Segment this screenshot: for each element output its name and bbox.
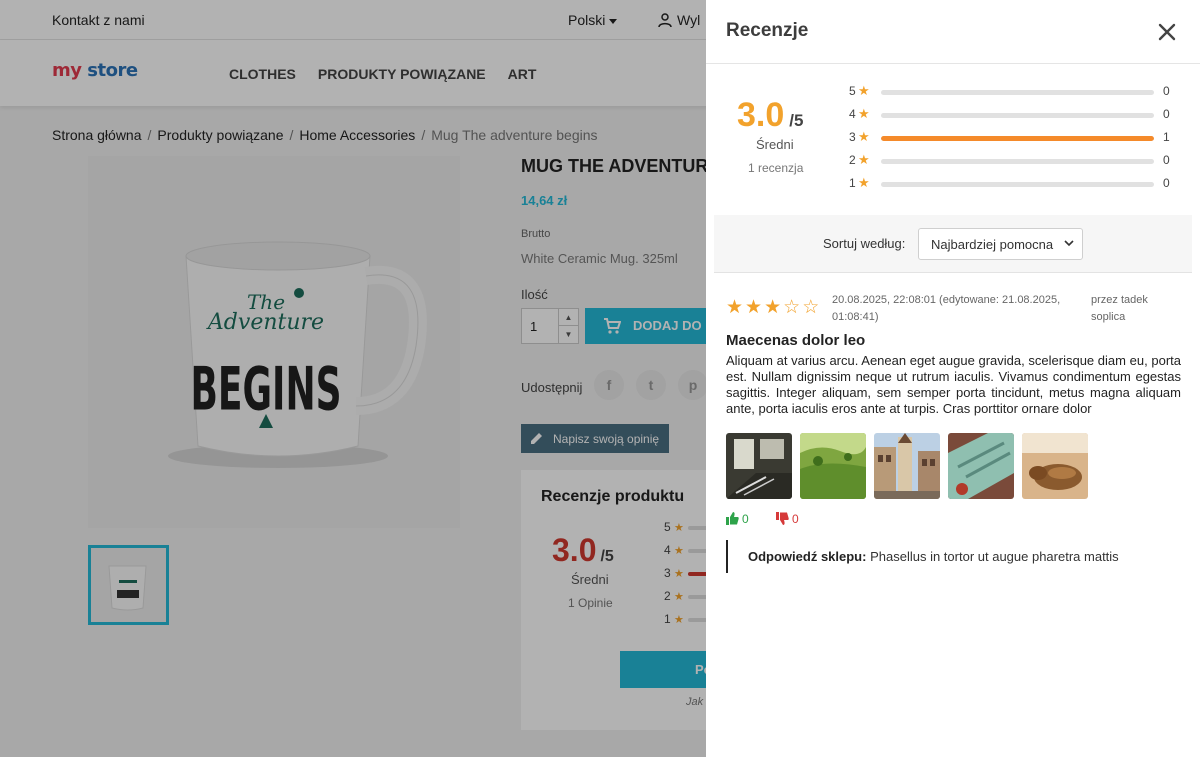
review-title: Maecenas dolor leo (726, 332, 866, 349)
close-icon[interactable] (1155, 20, 1179, 44)
shop-reply: Odpowiedź sklepu: Phasellus in tortor ut… (726, 540, 1182, 573)
star-empty-icon: ☆ (783, 297, 803, 318)
upvote-button[interactable]: 0 (726, 512, 749, 526)
review-photo-bench[interactable] (948, 433, 1014, 499)
thumbs-up-icon (726, 512, 739, 525)
review-votes: 0 0 (726, 512, 799, 526)
star-filled-icon: ★ (726, 297, 746, 318)
row-stars: 4 (849, 107, 856, 121)
row-count: 1 (1163, 130, 1170, 144)
downvote-button[interactable]: 0 (776, 512, 799, 526)
thumbs-down-icon (776, 512, 789, 525)
row-count: 0 (1163, 84, 1170, 98)
distribution-row-5[interactable]: 5 ★ 0 (849, 82, 1179, 105)
distribution-bar (881, 136, 1154, 141)
star-filled-icon: ★ (745, 297, 765, 318)
row-stars: 3 (849, 130, 856, 144)
review-author: przez tadek soplica (1091, 294, 1148, 323)
review-date: 20.08.2025, 22:08:01 (edytowane: 21.08.2… (832, 294, 1061, 323)
star-icon: ★ (858, 175, 870, 190)
review-photo-old-town-street[interactable] (874, 433, 940, 499)
distribution-row-1[interactable]: 1 ★ 0 (849, 174, 1179, 197)
rating-distribution: 5 ★ 0 4 ★ 0 3 ★ 1 2 ★ 0 1 ★ 0 (849, 82, 1179, 197)
star-icon: ★ (858, 83, 870, 98)
star-icon: ★ (858, 129, 870, 144)
sort-select[interactable]: Najbardziej pomocna (918, 228, 1083, 260)
upvote-count: 0 (742, 512, 749, 526)
review-photo-stairs[interactable] (726, 433, 792, 499)
star-icon: ★ (858, 152, 870, 167)
rating-summary: 3.0/5 Średni 1 recenzja 5 ★ 0 4 ★ 0 3 ★ 1 2 ★ 0 … (706, 64, 1200, 214)
distribution-bar (881, 113, 1154, 118)
distribution-bar (881, 159, 1154, 164)
average-score-scale: /5 (789, 111, 804, 130)
review-body: Aliquam at varius arcu. Aenean eget augu… (726, 353, 1181, 416)
average-score: 3.0/5 (737, 96, 803, 135)
star-icon: ★ (858, 106, 870, 121)
row-stars: 1 (849, 176, 856, 190)
row-stars: 2 (849, 153, 856, 167)
downvote-count: 0 (792, 512, 799, 526)
star-empty-icon: ☆ (802, 297, 822, 318)
chevron-down-icon (1064, 240, 1074, 247)
shop-reply-label: Odpowiedź sklepu: (748, 549, 867, 564)
review-count: 1 recenzja (748, 161, 804, 175)
drawer-header: Recenzje (706, 0, 1200, 64)
review-rating-stars: ★★★☆☆ (726, 296, 821, 319)
row-count: 0 (1163, 107, 1170, 121)
shop-reply-text: Phasellus in tortor ut augue pharetra ma… (870, 549, 1119, 564)
sort-bar: Sortuj według: Najbardziej pomocna (714, 215, 1192, 273)
review-photo-green-hills[interactable] (800, 433, 866, 499)
row-stars: 5 (849, 84, 856, 98)
distribution-row-4[interactable]: 4 ★ 0 (849, 105, 1179, 128)
distribution-row-3[interactable]: 3 ★ 1 (849, 128, 1179, 151)
review-photos (726, 433, 1088, 499)
distribution-row-2[interactable]: 2 ★ 0 (849, 151, 1179, 174)
reviews-drawer: Recenzje 3.0/5 Średni 1 recenzja 5 ★ 0 4 ★ 0… (706, 0, 1200, 757)
average-label: Średni (756, 137, 794, 152)
sort-label: Sortuj według: (823, 236, 906, 251)
sort-selected-value: Najbardziej pomocna (931, 237, 1054, 252)
average-score-value: 3.0 (737, 96, 785, 134)
distribution-bar (881, 182, 1154, 187)
star-filled-icon: ★ (764, 297, 784, 318)
drawer-title: Recenzje (726, 20, 809, 41)
distribution-bar-fill (881, 136, 1154, 141)
distribution-bar (881, 90, 1154, 95)
row-count: 0 (1163, 153, 1170, 167)
review-photo-sleeping-dog[interactable] (1022, 433, 1088, 499)
row-count: 0 (1163, 176, 1170, 190)
